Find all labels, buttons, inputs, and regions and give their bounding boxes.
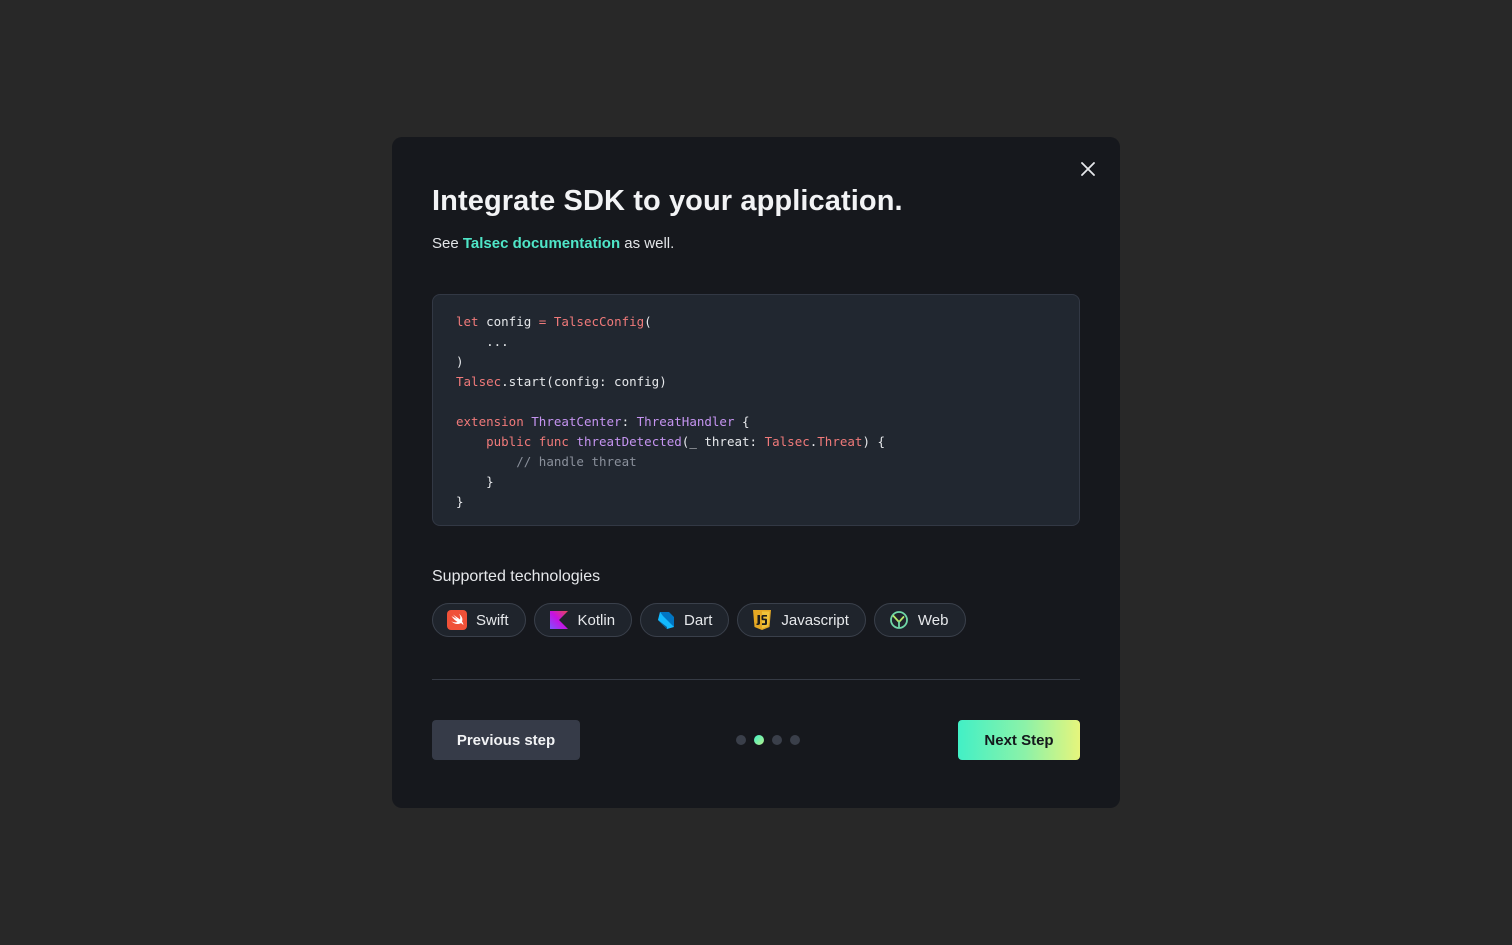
code-token: ThreatCenter — [531, 414, 622, 429]
code-token: ) — [456, 354, 464, 369]
code-line: ... — [456, 332, 1079, 352]
subtitle-suffix: as well. — [620, 235, 675, 252]
code-token: config — [478, 314, 539, 329]
javascript-icon — [752, 610, 772, 630]
code-token: ) { — [862, 434, 886, 449]
tech-chip-label: Swift — [476, 611, 509, 629]
tech-chip-label: Web — [917, 611, 949, 629]
code-token: threatDetected — [576, 434, 682, 449]
web-icon — [889, 610, 909, 630]
code-token: func — [538, 434, 569, 449]
code-token: public — [486, 434, 532, 449]
step-dot-2[interactable] — [754, 735, 764, 745]
step-dot-3[interactable] — [772, 735, 782, 745]
code-token: let — [456, 314, 479, 329]
subtitle-prefix: See — [432, 235, 463, 252]
code-token: Talsec — [456, 374, 502, 389]
code-token: ThreatHandler — [636, 414, 735, 429]
code-line: extension ThreatCenter: ThreatHandler { — [456, 412, 1079, 432]
modal-subtitle: See Talsec documentation as well. — [432, 235, 674, 252]
tech-chip-label: Javascript — [781, 611, 849, 629]
tech-chip-javascript[interactable]: Javascript — [737, 603, 866, 637]
code-line: } — [456, 472, 1079, 492]
tech-chip-web[interactable]: Web — [873, 603, 966, 637]
swift-icon — [447, 610, 467, 630]
code-token: Threat — [817, 434, 863, 449]
code-token: ... — [456, 334, 509, 349]
modal-title: Integrate SDK to your application. — [432, 185, 903, 217]
tech-chip-kotlin[interactable]: Kotlin — [533, 603, 633, 637]
supported-technologies-label: Supported technologies — [432, 568, 601, 585]
technology-list: Swift Kotlin Dart Javascript Web — [432, 603, 966, 637]
code-token: extension — [456, 414, 524, 429]
kotlin-icon — [549, 610, 569, 630]
step-dot-1[interactable] — [736, 735, 746, 745]
code-token: ( — [644, 314, 652, 329]
tech-chip-label: Kotlin — [577, 611, 616, 629]
code-line: // handle threat — [456, 452, 1079, 472]
code-token: Talsec — [764, 434, 810, 449]
step-dot-4[interactable] — [790, 735, 800, 745]
tech-chip-label: Dart — [684, 611, 713, 629]
code-token: } — [456, 494, 464, 509]
code-line: } — [456, 492, 1079, 512]
code-token: TalsecConfig — [553, 314, 645, 329]
tech-chip-dart[interactable]: Dart — [640, 603, 730, 637]
code-line: let config = TalsecConfig( — [456, 312, 1079, 332]
code-snippet: let config = TalsecConfig( ...) Talsec.st… — [432, 294, 1080, 526]
code-token: (_ threat: — [681, 434, 765, 449]
code-token: : — [621, 414, 637, 429]
code-token: // handle threat — [516, 454, 637, 469]
code-line: Talsec.start(config: config) — [456, 372, 1079, 392]
talsec-documentation-link[interactable]: Talsec documentation — [463, 235, 620, 252]
integrate-sdk-modal: Integrate SDK to your application. See T… — [392, 137, 1120, 808]
footer-divider — [432, 679, 1080, 680]
code-token: { — [734, 414, 750, 429]
code-line: public func threatDetected(_ threat: Tal… — [456, 432, 1079, 452]
dart-icon — [655, 610, 675, 630]
tech-chip-swift[interactable]: Swift — [432, 603, 526, 637]
code-token: } — [456, 474, 494, 489]
code-token: .start(config: config) — [501, 374, 667, 389]
code-line: ) — [456, 352, 1079, 372]
previous-step-button[interactable]: Previous step — [432, 720, 580, 760]
close-button[interactable] — [1078, 159, 1098, 179]
next-step-button[interactable]: Next Step — [958, 720, 1080, 760]
step-indicator — [736, 735, 800, 745]
close-icon — [1081, 162, 1095, 176]
